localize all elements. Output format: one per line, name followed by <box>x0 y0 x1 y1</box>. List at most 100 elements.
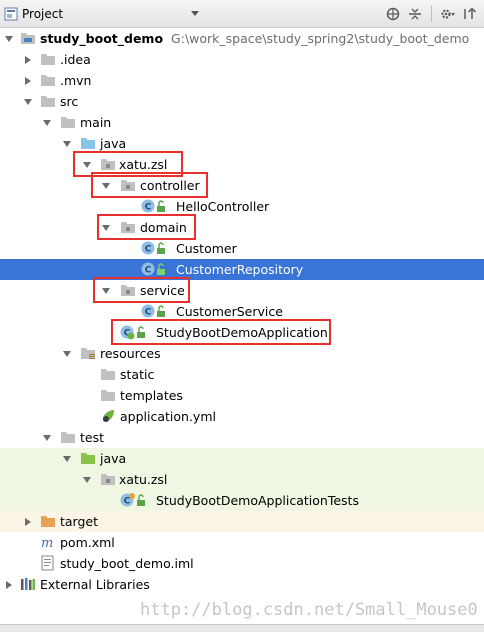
expanded-arrow-icon[interactable] <box>42 118 52 128</box>
project-label: Project <box>22 7 64 21</box>
tree-item-main[interactable]: main <box>0 112 484 133</box>
collapsed-arrow-icon[interactable] <box>23 76 33 86</box>
tree-item-java[interactable]: java <box>0 133 484 154</box>
package-icon <box>121 285 135 296</box>
tree-item-label: Customer <box>176 241 237 256</box>
expanded-arrow-icon[interactable] <box>82 475 92 485</box>
maven-file-icon: m <box>41 536 53 550</box>
svg-text:C: C <box>145 245 152 255</box>
tree-item-test[interactable]: test <box>0 427 484 448</box>
tree-item-label: xatu.zsl <box>119 472 168 487</box>
tree-item-customer-repository[interactable]: C CustomerRepository <box>0 259 484 280</box>
tree-item-root[interactable]: study_boot_demo G:\work_space\study_sprin… <box>0 28 484 49</box>
folder-icon <box>41 96 55 107</box>
collapsed-arrow-icon[interactable] <box>23 55 33 65</box>
expanded-arrow-icon[interactable] <box>82 160 92 170</box>
svg-text:m: m <box>41 536 53 550</box>
lock-icon <box>157 305 165 317</box>
tree-item-application-tests[interactable]: C StudyBootDemoApplicationTests <box>0 490 484 511</box>
tree-item-label: resources <box>100 346 161 361</box>
tree-item-application[interactable]: C StudyBootDemoApplication <box>0 322 484 343</box>
tree-item-service[interactable]: service <box>0 280 484 301</box>
expanded-arrow-icon[interactable] <box>23 97 33 107</box>
bottom-toolbar <box>0 624 484 632</box>
module-folder-icon <box>21 33 35 44</box>
expanded-arrow-icon[interactable] <box>62 139 72 149</box>
tree-item-label: domain <box>140 220 187 235</box>
package-icon <box>121 222 135 233</box>
collapsed-arrow-icon[interactable] <box>23 517 33 527</box>
tree-item-idea[interactable]: .idea <box>0 49 484 70</box>
spring-boot-class-icon: C <box>120 325 135 340</box>
project-tree: study_boot_demo G:\work_space\study_sprin… <box>0 28 484 616</box>
tree-item-external-libraries[interactable]: External Libraries <box>0 574 484 595</box>
toolbar-actions <box>385 4 478 24</box>
expanded-arrow-icon[interactable] <box>101 223 111 233</box>
tree-item-label: study_boot_demo G:\work_space\study_sprin… <box>40 31 470 46</box>
excluded-folder-icon <box>41 516 55 527</box>
tree-item-package-xatu-zsl[interactable]: xatu.zsl <box>0 154 484 175</box>
test-folder-icon <box>81 453 95 464</box>
package-icon <box>121 180 135 191</box>
tree-item-domain[interactable]: domain <box>0 217 484 238</box>
tree-item-label: External Libraries <box>40 577 150 592</box>
hide-button[interactable] <box>462 6 478 22</box>
expanded-arrow-icon[interactable] <box>62 349 72 359</box>
sync-icon <box>386 7 400 21</box>
tree-item-src[interactable]: src <box>0 91 484 112</box>
tree-item-controller[interactable]: controller <box>0 175 484 196</box>
dropdown-icon[interactable] <box>190 8 200 18</box>
tree-item-label: main <box>80 115 112 130</box>
tree-item-label: target <box>60 514 99 529</box>
sync-button[interactable] <box>385 6 401 22</box>
tree-item-label: src <box>60 94 79 109</box>
tree-item-label: service <box>140 283 185 298</box>
collapsed-arrow-icon[interactable] <box>4 580 14 590</box>
tree-item-label: .mvn <box>60 73 92 88</box>
svg-text:C: C <box>145 308 152 318</box>
expanded-arrow-icon[interactable] <box>4 34 14 44</box>
expanded-arrow-icon[interactable] <box>42 433 52 443</box>
tree-item-label: static <box>120 367 155 382</box>
tree-item-label: java <box>100 136 127 151</box>
tree-item-hello-controller[interactable]: C HelloController <box>0 196 484 217</box>
expanded-arrow-icon[interactable] <box>62 454 72 464</box>
lock-icon <box>157 263 165 275</box>
folder-icon <box>61 117 75 128</box>
tree-item-static[interactable]: static <box>0 364 484 385</box>
project-toolbar: Project <box>0 0 484 28</box>
folder-icon <box>41 54 55 65</box>
tree-item-customer[interactable]: C Customer <box>0 238 484 259</box>
tree-item-label: CustomerService <box>176 304 283 319</box>
tree-item-iml[interactable]: study_boot_demo.iml <box>0 553 484 574</box>
tree-item-target[interactable]: target <box>0 511 484 532</box>
tree-item-label: study_boot_demo.iml <box>60 556 194 571</box>
project-view-selector[interactable]: Project <box>4 4 63 24</box>
test-class-icon: C <box>120 493 135 507</box>
lock-icon <box>137 494 145 506</box>
tree-item-label: CustomerRepository <box>176 262 304 277</box>
tree-item-label: StudyBootDemoApplication <box>156 325 328 340</box>
tree-item-test-java[interactable]: java <box>0 448 484 469</box>
collapse-all-button[interactable] <box>407 6 423 22</box>
tree-item-label: test <box>80 430 105 445</box>
tree-item-pom[interactable]: m pom.xml <box>0 532 484 553</box>
tree-item-mvn[interactable]: .mvn <box>0 70 484 91</box>
tree-item-label: xatu.zsl <box>119 157 168 172</box>
collapse-icon <box>409 8 421 20</box>
settings-button[interactable] <box>440 6 456 22</box>
tree-item-resources[interactable]: resources <box>0 343 484 364</box>
package-icon <box>101 474 115 485</box>
project-icon <box>4 7 18 21</box>
tree-item-application-yml[interactable]: application.yml <box>0 406 484 427</box>
tree-item-test-package[interactable]: xatu.zsl <box>0 469 484 490</box>
tree-item-customer-service[interactable]: C CustomerService <box>0 301 484 322</box>
tree-item-label: application.yml <box>120 409 216 424</box>
gear-icon <box>441 9 455 19</box>
tree-item-templates[interactable]: templates <box>0 385 484 406</box>
tree-item-label: templates <box>120 388 183 403</box>
package-icon <box>101 159 115 170</box>
lock-icon <box>157 200 165 212</box>
expanded-arrow-icon[interactable] <box>101 286 111 296</box>
expanded-arrow-icon[interactable] <box>101 181 111 191</box>
